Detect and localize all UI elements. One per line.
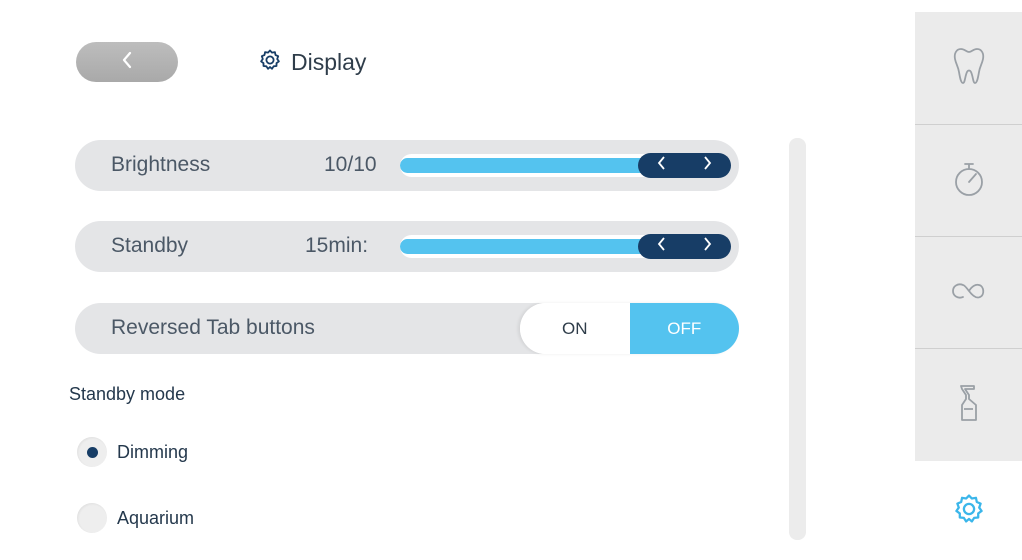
- standby-mode-heading: Standby mode: [69, 384, 186, 404]
- radio-label: Dimming: [117, 441, 189, 462]
- nav-item-settings[interactable]: [915, 462, 1022, 560]
- chevron-left-icon: [657, 156, 666, 175]
- brightness-decrease-button[interactable]: [641, 153, 681, 178]
- standby-label: Standby: [111, 234, 189, 257]
- brightness-increase-button[interactable]: [688, 153, 728, 178]
- chevron-right-icon: [703, 237, 712, 256]
- radio-option-aquarium[interactable]: Aquarium: [77, 503, 194, 533]
- scrollbar[interactable]: [789, 138, 806, 540]
- toggle-off-option[interactable]: OFF: [629, 303, 739, 354]
- page-title: Display: [291, 49, 367, 75]
- radio-label: Aquarium: [117, 507, 195, 528]
- reversed-tabs-row: Reversed Tab buttons ON OFF: [75, 303, 739, 354]
- toggle-on-option[interactable]: ON: [520, 303, 630, 354]
- chevron-left-icon: [657, 237, 666, 256]
- brightness-row: Brightness 10/10: [75, 140, 739, 191]
- back-button[interactable]: [76, 42, 178, 82]
- nav-item-timer[interactable]: [915, 125, 1022, 237]
- gear-icon: [258, 48, 282, 77]
- tooth-icon: [952, 46, 986, 91]
- spray-bottle-icon: [956, 383, 982, 428]
- standby-increase-button[interactable]: [688, 234, 728, 259]
- nav-item-treatment[interactable]: [915, 12, 1022, 124]
- standby-row: Standby 15min:: [75, 221, 739, 272]
- standby-value: 15min:: [305, 234, 369, 257]
- reversed-tabs-toggle: ON OFF: [520, 303, 739, 354]
- brightness-value: 10/10: [324, 153, 377, 176]
- brightness-stepper: [638, 153, 731, 178]
- chevron-left-icon: [121, 51, 133, 74]
- radio-option-dimming[interactable]: Dimming: [77, 437, 188, 467]
- chevron-right-icon: [703, 156, 712, 175]
- brightness-label: Brightness: [111, 153, 211, 176]
- standby-decrease-button[interactable]: [641, 234, 681, 259]
- nav-item-cleaning[interactable]: [915, 349, 1022, 461]
- stopwatch-icon: [952, 160, 986, 203]
- infinity-icon: [949, 280, 989, 307]
- standby-stepper: [638, 234, 731, 259]
- radio-button[interactable]: [77, 437, 107, 467]
- gear-icon: [952, 492, 986, 531]
- radio-button[interactable]: [77, 503, 107, 533]
- reversed-tabs-label: Reversed Tab buttons: [111, 316, 315, 339]
- nav-item-continuous[interactable]: [915, 237, 1022, 349]
- radio-selected-dot: [86, 446, 98, 458]
- page-title-group: Display: [258, 48, 366, 77]
